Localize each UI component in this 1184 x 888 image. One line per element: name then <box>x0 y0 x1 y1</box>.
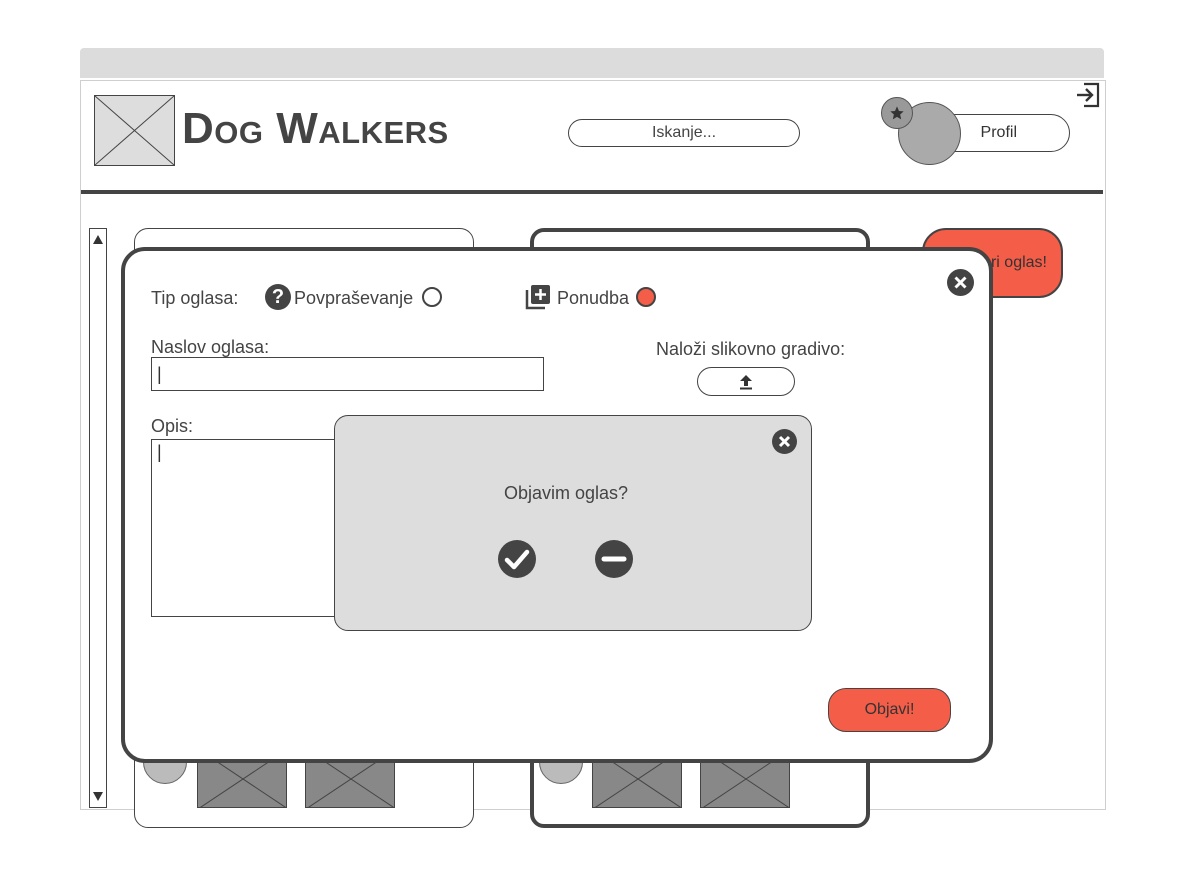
search-input[interactable] <box>568 119 800 147</box>
type-offer-radio[interactable] <box>636 287 656 307</box>
confirm-question: Objavim oglas? <box>503 483 629 503</box>
check-icon[interactable] <box>497 539 537 579</box>
upload-icon <box>740 374 752 389</box>
ad-type-label: Tip oglasa: <box>151 288 239 308</box>
site-title: Dog Walkers <box>182 104 449 153</box>
type-request-radio[interactable] <box>422 287 442 307</box>
close-icon[interactable] <box>946 268 975 297</box>
ad-title-label: Naslov oglasa: <box>151 337 270 357</box>
type-offer-label: Ponudba <box>557 288 630 308</box>
minus-icon[interactable] <box>594 539 634 579</box>
logo-image <box>94 95 175 166</box>
header-divider <box>81 190 1103 194</box>
scroll-up-icon[interactable] <box>93 235 103 244</box>
close-icon[interactable] <box>771 428 798 455</box>
scrollbar[interactable] <box>89 228 107 808</box>
logo-placeholder-icon <box>94 95 175 166</box>
ad-title-input[interactable] <box>151 357 544 391</box>
upload-label: Naloži slikovno gradivo: <box>656 339 846 359</box>
description-label: Opis: <box>151 416 194 436</box>
upload-button[interactable] <box>697 367 795 396</box>
star-badge <box>881 97 913 129</box>
star-icon <box>890 106 904 120</box>
confirm-dialog <box>334 415 812 631</box>
browser-title-bar <box>80 48 1104 78</box>
type-request-label: Povpraševanje <box>294 288 414 308</box>
add-box-icon <box>524 283 552 311</box>
publish-button[interactable]: Objavi! <box>828 688 951 732</box>
help-icon[interactable]: ? <box>265 284 291 310</box>
logout-icon[interactable] <box>1075 82 1101 108</box>
scroll-down-icon[interactable] <box>93 792 103 801</box>
